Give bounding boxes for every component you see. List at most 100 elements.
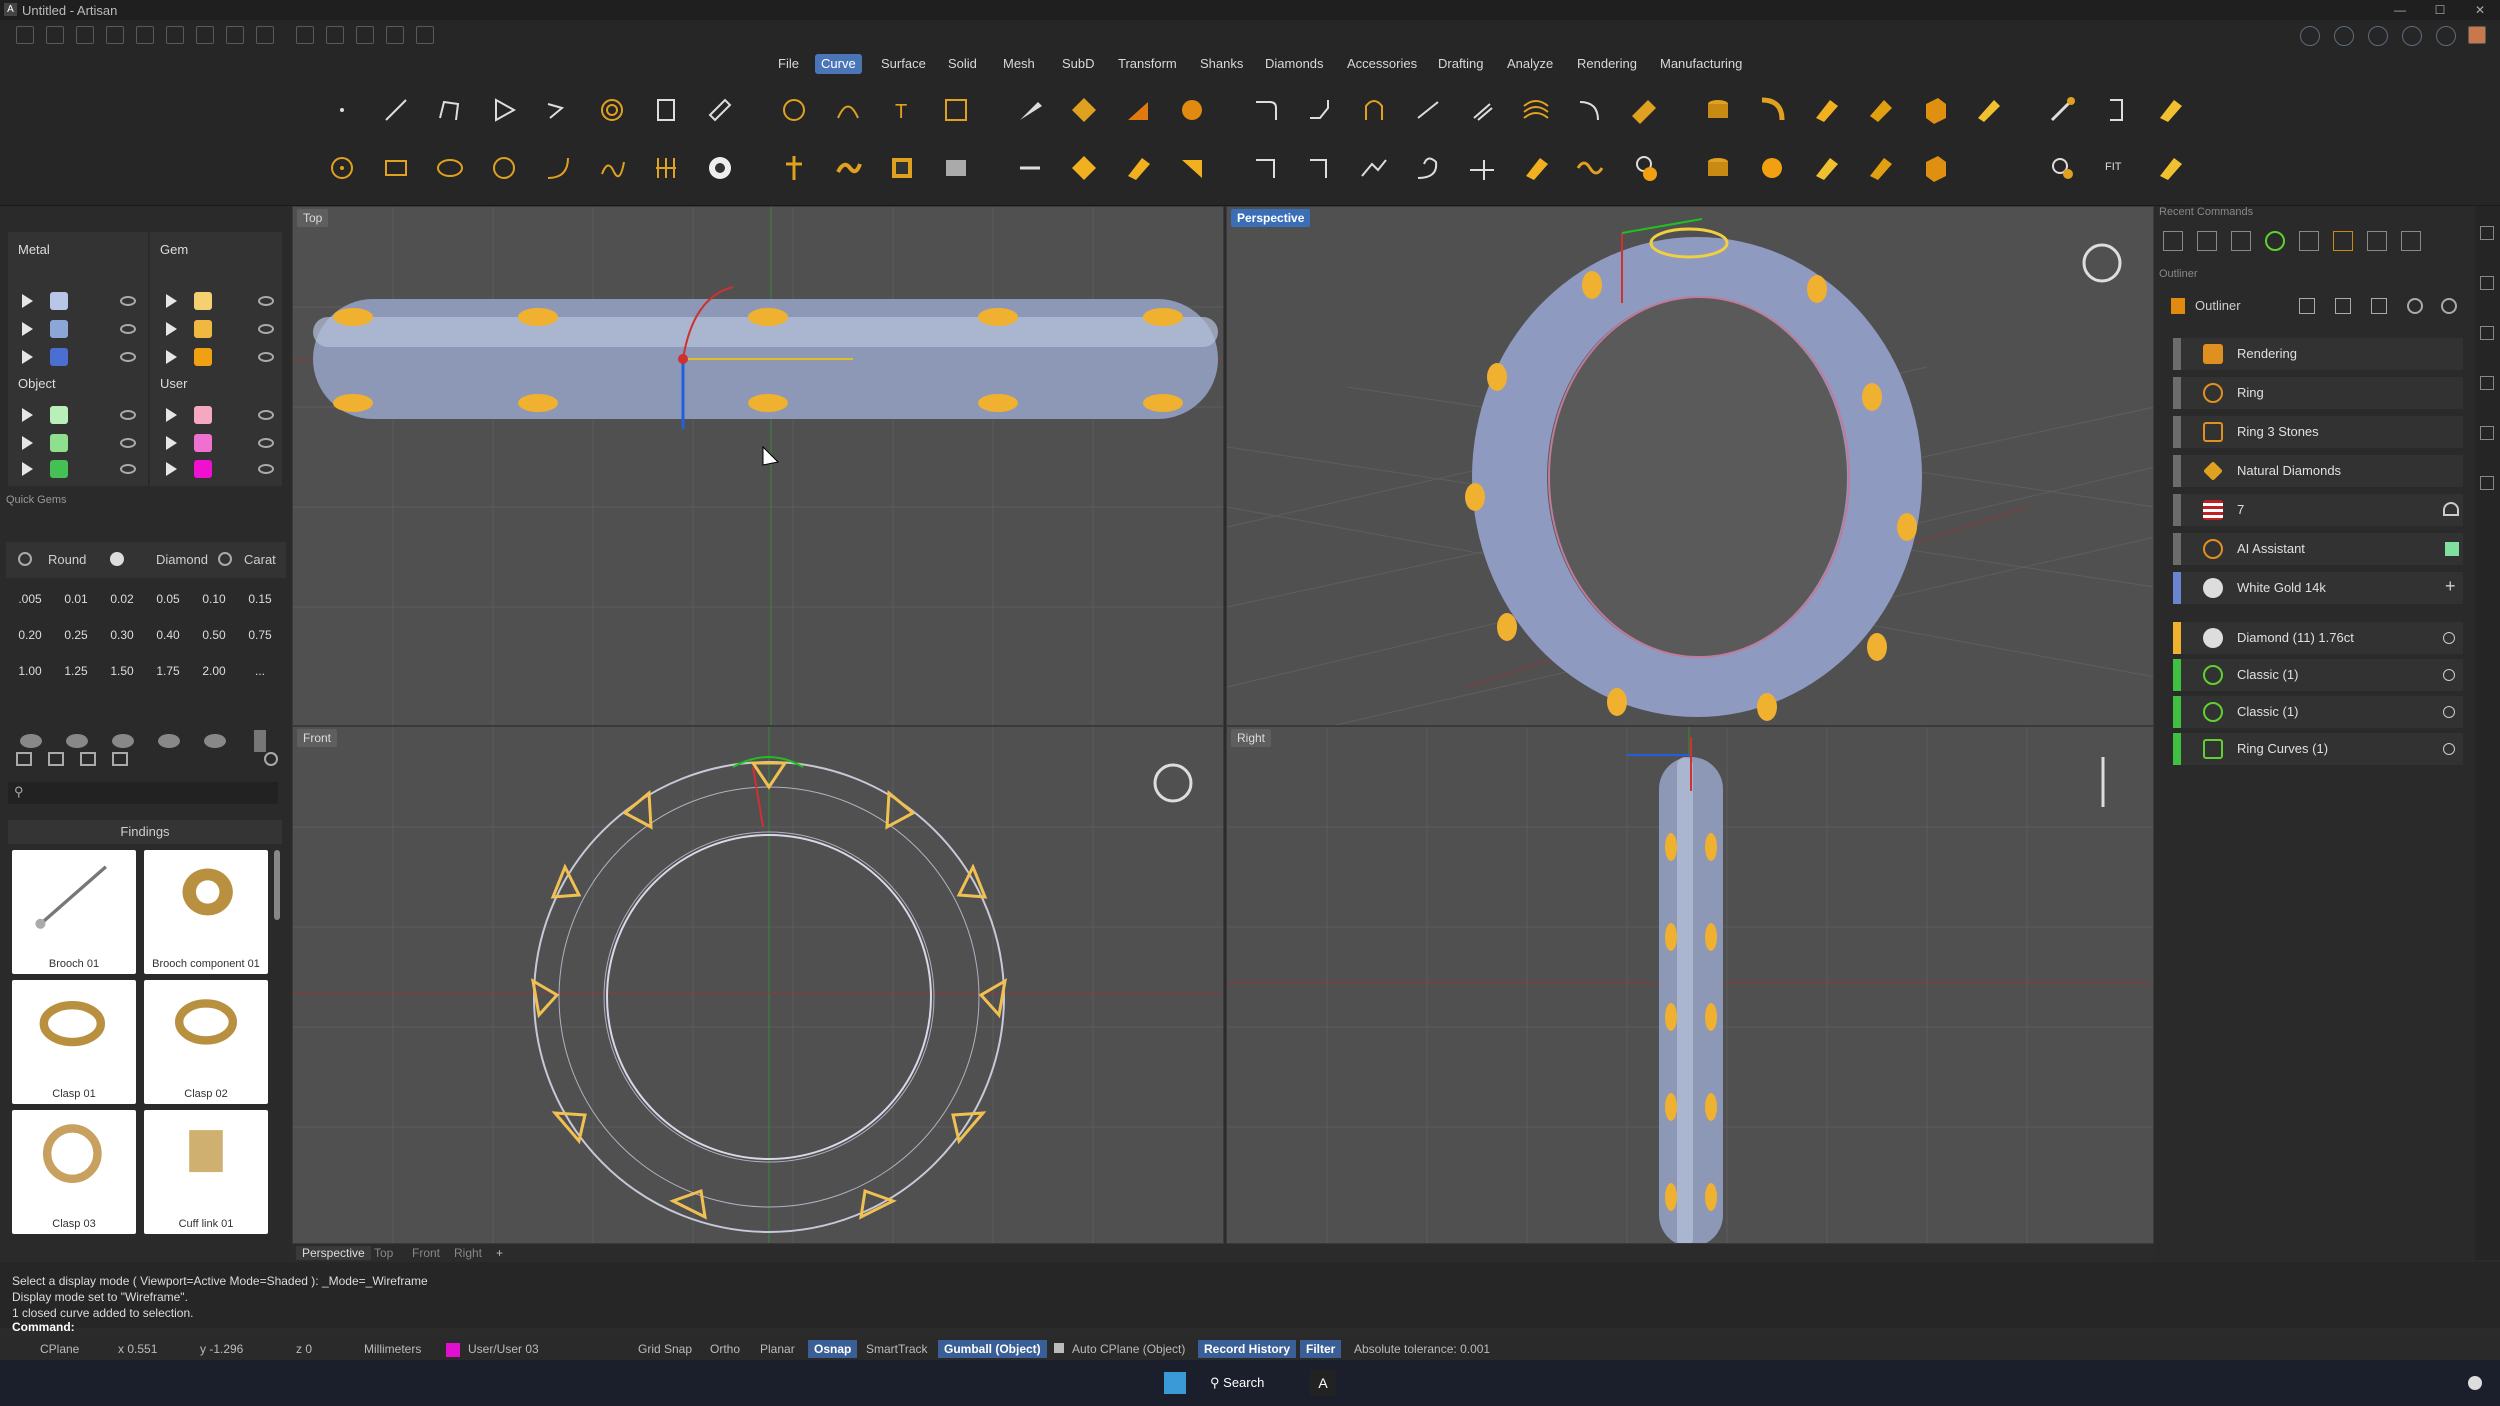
carat-size-button[interactable]: 1.50 xyxy=(100,656,144,686)
snap-icon[interactable] xyxy=(326,26,344,44)
carat-size-button[interactable]: 0.40 xyxy=(146,620,190,650)
wave-tool-icon[interactable] xyxy=(828,148,868,188)
spiral-tool-icon[interactable] xyxy=(592,90,632,130)
user-avatar[interactable] xyxy=(2468,26,2486,44)
planar-toggle[interactable]: Planar xyxy=(760,1342,795,1356)
dock-tool-icon[interactable] xyxy=(2480,476,2494,490)
export-icon[interactable] xyxy=(256,26,274,44)
menu-surface[interactable]: Surface xyxy=(875,54,932,74)
menu-analyze[interactable]: Analyze xyxy=(1501,54,1559,74)
outliner-row[interactable]: Natural Diamonds xyxy=(2173,455,2463,487)
play-icon[interactable] xyxy=(166,436,177,450)
layer-color-swatch[interactable] xyxy=(50,406,68,424)
carat-size-button[interactable]: 0.20 xyxy=(8,620,52,650)
menu-transform[interactable]: Transform xyxy=(1112,54,1183,74)
layer-color-swatch[interactable] xyxy=(50,460,68,478)
play-icon[interactable] xyxy=(166,408,177,422)
folder-icon[interactable] xyxy=(16,752,32,766)
menu-mesh[interactable]: Mesh xyxy=(997,54,1041,74)
rectangle-tool-icon[interactable] xyxy=(376,148,416,188)
record-history-toggle[interactable]: Record History xyxy=(1198,1340,1297,1358)
menu-accessories[interactable]: Accessories xyxy=(1341,54,1423,74)
carat-size-button[interactable]: 0.50 xyxy=(192,620,236,650)
filter-toggle[interactable]: Filter xyxy=(1300,1340,1342,1358)
artisan-app-taskbar-icon[interactable]: A xyxy=(1310,1370,1336,1396)
curve-tool-icon[interactable] xyxy=(538,90,578,130)
play-icon[interactable] xyxy=(22,462,33,476)
gold-tool-icon-1[interactable] xyxy=(1806,90,1846,130)
recent-command-icon[interactable] xyxy=(2299,231,2319,251)
eye-icon[interactable] xyxy=(258,410,274,420)
carat-size-button[interactable]: 0.05 xyxy=(146,584,190,614)
recent-command-icon[interactable] xyxy=(2333,231,2353,251)
extend-tool-icon[interactable] xyxy=(1408,90,1448,130)
menu-solid[interactable]: Solid xyxy=(942,54,983,74)
taskbar-search[interactable]: ⚲ Search xyxy=(1210,1368,1280,1398)
minimize-button[interactable]: — xyxy=(2380,0,2420,20)
menu-drafting[interactable]: Drafting xyxy=(1432,54,1490,74)
text-tool-icon[interactable]: T xyxy=(882,90,922,130)
gold-shape-icon-1[interactable] xyxy=(1118,148,1158,188)
layer-color-swatch[interactable] xyxy=(50,320,68,338)
circle-tool-icon[interactable] xyxy=(322,148,362,188)
carat-size-button[interactable]: 1.25 xyxy=(54,656,98,686)
tab-top[interactable]: Top xyxy=(374,1246,393,1260)
perspective-viewport[interactable]: Perspective xyxy=(1226,206,2154,726)
layer-color-swatch[interactable] xyxy=(194,460,212,478)
fit-icon[interactable]: FIT xyxy=(2096,148,2136,188)
menu-file[interactable]: File xyxy=(772,54,805,74)
gem-shape-icon[interactable] xyxy=(20,734,42,748)
carat-size-button[interactable]: 0.15 xyxy=(238,584,282,614)
play-icon[interactable] xyxy=(166,462,177,476)
library-search-input[interactable]: ⚲ xyxy=(8,782,278,804)
open-file-icon[interactable] xyxy=(76,26,94,44)
gold-gem-icon-2[interactable] xyxy=(1806,148,1846,188)
recent-command-icon[interactable] xyxy=(2401,231,2421,251)
assistant-status-swatch[interactable] xyxy=(2445,542,2459,556)
helix-tool-icon[interactable] xyxy=(646,90,686,130)
front-viewport[interactable]: Front xyxy=(292,726,1224,1244)
gold-tool-icon-5[interactable] xyxy=(2150,90,2190,130)
node-gold-icon[interactable] xyxy=(1064,148,1104,188)
outliner-row[interactable]: Classic (1) xyxy=(2173,696,2463,728)
triangle-tool-icon[interactable] xyxy=(484,90,524,130)
carat-size-button[interactable]: 2.00 xyxy=(192,656,236,686)
outliner-row[interactable]: AI Assistant xyxy=(2173,533,2463,565)
rebuild-curve-icon[interactable] xyxy=(1570,90,1610,130)
menu-manufacturing[interactable]: Manufacturing xyxy=(1654,54,1748,74)
image-trace-icon[interactable] xyxy=(936,90,976,130)
new-template-icon[interactable] xyxy=(46,26,64,44)
eye-icon[interactable] xyxy=(120,296,136,306)
dock-tool-icon[interactable] xyxy=(2480,426,2494,440)
eye-icon[interactable] xyxy=(258,324,274,334)
play-icon[interactable] xyxy=(22,436,33,450)
scale-icon[interactable] xyxy=(2335,298,2351,314)
carat-size-button[interactable]: 1.00 xyxy=(8,656,52,686)
ring-profile-icon[interactable] xyxy=(1752,90,1792,130)
redo-icon[interactable] xyxy=(166,26,184,44)
gold-gem-icon-3[interactable] xyxy=(1860,148,1900,188)
gold-gem-icon-1[interactable] xyxy=(1752,148,1792,188)
help-icon[interactable] xyxy=(2300,26,2320,46)
menu-rendering[interactable]: Rendering xyxy=(1571,54,1643,74)
align-icon[interactable] xyxy=(356,26,374,44)
carat-size-button[interactable]: 1.75 xyxy=(146,656,190,686)
tab-perspective[interactable]: Perspective xyxy=(296,1246,371,1260)
finding-clasp-01[interactable]: Clasp 01 xyxy=(12,980,136,1104)
size-gauge-icon[interactable] xyxy=(2443,502,2459,516)
outliner-row[interactable]: Ring Curves (1) xyxy=(2173,733,2463,765)
grid-view-icon[interactable] xyxy=(112,752,128,766)
save-icon[interactable] xyxy=(196,26,214,44)
play-icon[interactable] xyxy=(166,322,177,336)
dock-tool-icon[interactable] xyxy=(2480,326,2494,340)
units-status[interactable]: Millimeters xyxy=(364,1342,421,1356)
add-icon[interactable]: + xyxy=(2445,576,2456,597)
corner-tool-icon[interactable] xyxy=(1246,148,1286,188)
grid-snap-toggle[interactable]: Grid Snap xyxy=(638,1342,692,1356)
gear-gold-icon[interactable] xyxy=(2042,148,2082,188)
measure-icon[interactable] xyxy=(296,26,314,44)
osnap-toggle[interactable]: Osnap xyxy=(808,1340,858,1358)
play-icon[interactable] xyxy=(22,322,33,336)
pen-tool-icon[interactable] xyxy=(1010,90,1050,130)
polyline-tool-icon[interactable] xyxy=(430,90,470,130)
